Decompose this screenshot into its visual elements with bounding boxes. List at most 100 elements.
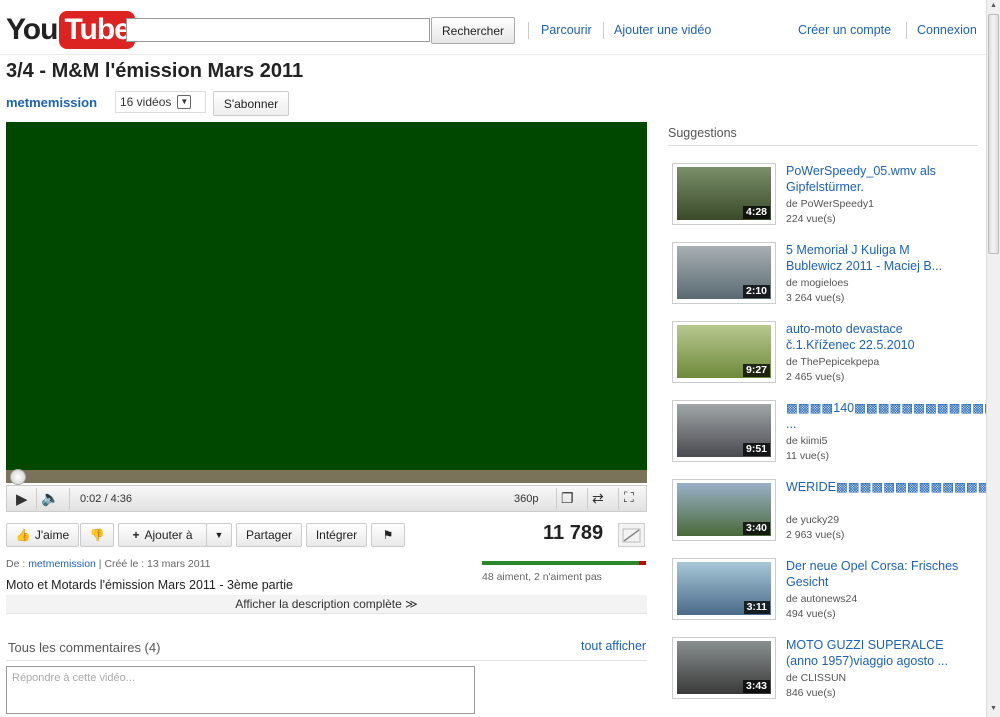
progress-handle[interactable] bbox=[10, 469, 26, 485]
suggestion-item[interactable]: 4:28 PoWerSpeedy_05.wmv als Gipfelstürmer… bbox=[672, 163, 982, 235]
video-description: Moto et Motards l'émission Mars 2011 - 3… bbox=[6, 578, 293, 592]
suggestions-divider bbox=[668, 145, 978, 146]
suggestion-title[interactable]: Der neue Opel Corsa: Frisches Gesicht bbox=[786, 558, 966, 590]
suggestion-item[interactable]: 9:51 ▩▩▩▩140▩▩▩▩▩▩▩▩▩▩▩▩▩▩▩▩ ... de kiimi5… bbox=[672, 400, 1000, 472]
suggestions-title: Suggestions bbox=[668, 126, 737, 140]
add-to-label: Ajouter à bbox=[144, 528, 193, 542]
video-player[interactable] bbox=[6, 122, 647, 470]
suggestion-title[interactable]: WERIDE▩▩▩▩▩▩▩▩▩▩▩▩▩▩▩▩ bbox=[786, 479, 1000, 495]
channel-link[interactable]: metmemission bbox=[6, 95, 97, 110]
header-divider bbox=[906, 22, 907, 39]
header-divider bbox=[0, 54, 986, 55]
duration-badge: 3:43 bbox=[742, 680, 770, 693]
suggestion-thumbnail[interactable]: 3:43 bbox=[672, 637, 776, 699]
suggestion-item[interactable]: 9:27 auto-moto devastace č.1.Kříženec 22.… bbox=[672, 321, 982, 393]
suggestion-title[interactable]: PoWerSpeedy_05.wmv als Gipfelstürmer. bbox=[786, 163, 966, 195]
stats-icon bbox=[622, 528, 641, 543]
videos-count: 16 vidéos bbox=[120, 95, 172, 109]
suggestion-thumbnail[interactable]: 3:11 bbox=[672, 558, 776, 620]
search-button[interactable]: Rechercher bbox=[431, 17, 515, 44]
suggestion-title[interactable]: 5 Memoriał J Kuliga M Bublewicz 2011 - M… bbox=[786, 242, 966, 274]
time-display: 0:02 / 4:36 bbox=[80, 493, 132, 505]
suggestion-item[interactable]: 3:40 WERIDE▩▩▩▩▩▩▩▩▩▩▩▩▩▩▩▩ de yucky29 2 96… bbox=[672, 479, 1000, 551]
fullscreen-icon[interactable]: ⛶ bbox=[624, 489, 634, 506]
upload-info: De : metmemission | Créé le : 13 mars 20… bbox=[6, 558, 210, 570]
flag-button[interactable]: ⚑ bbox=[371, 523, 405, 547]
stats-button[interactable] bbox=[618, 523, 645, 547]
upload-link[interactable]: Ajouter une vidéo bbox=[614, 23, 711, 37]
logo-tube: Tube bbox=[59, 11, 135, 49]
suggestion-title[interactable]: auto-moto devastace č.1.Kříženec 22.5.20… bbox=[786, 321, 966, 353]
quality-selector[interactable]: 360p bbox=[514, 493, 538, 505]
comments-title: Tous les commentaires (4) bbox=[8, 640, 161, 655]
channel-videos-dropdown[interactable]: 16 vidéos ▼ bbox=[115, 91, 206, 113]
scroll-up-icon[interactable]: ▲ bbox=[989, 2, 998, 11]
duration-badge: 3:11 bbox=[743, 601, 770, 614]
show-description-button[interactable]: Afficher la description complète ≫ bbox=[6, 595, 647, 614]
popout-icon[interactable]: ❐ bbox=[561, 490, 574, 507]
header-divider bbox=[603, 22, 604, 39]
subscribe-button[interactable]: S'abonner bbox=[213, 91, 289, 116]
scrollbar-thumb[interactable] bbox=[988, 14, 999, 254]
duration-badge: 2:10 bbox=[742, 285, 770, 298]
thumbs-up-icon: 👍 bbox=[15, 528, 31, 542]
controls-divider bbox=[36, 488, 37, 510]
suggestion-thumbnail[interactable]: 9:27 bbox=[672, 321, 776, 383]
controls-divider bbox=[587, 488, 588, 510]
logo-you: You bbox=[6, 13, 58, 46]
scroll-down-icon[interactable]: ▼ bbox=[989, 705, 998, 714]
thumbs-down-icon: 👎 bbox=[89, 528, 105, 542]
likes-text: 48 aiment, 2 n'aiment pas bbox=[482, 571, 602, 583]
duration-badge: 9:27 bbox=[742, 364, 770, 377]
suggestion-channel: de yucky29 bbox=[786, 514, 840, 526]
uploader-link[interactable]: metmemission bbox=[28, 558, 96, 570]
create-account-link[interactable]: Créer un compte bbox=[798, 23, 891, 37]
dislike-portion bbox=[639, 561, 646, 565]
expand-icon[interactable]: ⇄ bbox=[592, 490, 604, 507]
dislike-button[interactable]: 👎 bbox=[80, 523, 114, 547]
share-button[interactable]: Partager bbox=[236, 523, 302, 547]
add-to-button[interactable]: + Ajouter à bbox=[118, 523, 207, 547]
embed-button[interactable]: Intégrer bbox=[306, 523, 367, 547]
suggestion-channel: de kiimi5 bbox=[786, 435, 828, 447]
suggestion-item[interactable]: 3:43 MOTO GUZZI SUPERALCE (anno 1957)viag… bbox=[672, 637, 982, 709]
suggestion-thumbnail[interactable]: 3:40 bbox=[672, 479, 776, 541]
suggestion-channel: de CLISSUN bbox=[786, 672, 847, 684]
play-icon[interactable]: ▶ bbox=[16, 490, 28, 508]
volume-icon[interactable]: 🔈 bbox=[41, 489, 60, 507]
like-button[interactable]: 👍 J'aime bbox=[6, 523, 79, 547]
login-link[interactable]: Connexion bbox=[917, 23, 977, 37]
duration-badge: 4:28 bbox=[742, 206, 770, 219]
rating-bar bbox=[482, 561, 646, 565]
player-controls: ▶ 🔈 0:02 / 4:36 360p ❐ ⇄ ⛶ bbox=[6, 485, 647, 512]
video-title: 3/4 - M&M l'émission Mars 2011 bbox=[6, 60, 304, 82]
suggestion-title[interactable]: MOTO GUZZI SUPERALCE (anno 1957)viaggio … bbox=[786, 637, 966, 669]
suggestion-item[interactable]: 2:10 5 Memoriał J Kuliga M Bublewicz 2011… bbox=[672, 242, 982, 314]
scrollbar[interactable]: ▲ ▼ bbox=[986, 0, 1000, 717]
suggestion-title[interactable]: ▩▩▩▩140▩▩▩▩▩▩▩▩▩▩▩▩▩▩▩▩ ... bbox=[786, 400, 1000, 432]
suggestion-channel: de PoWerSpeedy1 bbox=[786, 198, 874, 210]
browse-link[interactable]: Parcourir bbox=[541, 23, 592, 37]
reply-input[interactable]: Répondre à cette vidéo... bbox=[6, 666, 475, 714]
add-to-dropdown[interactable]: ▼ bbox=[206, 523, 232, 547]
youtube-logo[interactable]: You Tube bbox=[6, 10, 135, 50]
suggestion-channel: de ThePepicekpepa bbox=[786, 356, 880, 368]
suggestion-channel: de mogieloes bbox=[786, 277, 849, 289]
suggestion-item[interactable]: 3:11 Der neue Opel Corsa: Frisches Gesich… bbox=[672, 558, 982, 630]
suggestion-views: 11 vue(s) bbox=[786, 450, 829, 462]
show-all-comments-link[interactable]: tout afficher bbox=[581, 639, 646, 653]
progress-bar[interactable] bbox=[6, 469, 647, 485]
suggestion-thumbnail[interactable]: 2:10 bbox=[672, 242, 776, 304]
suggestion-views: 2 465 vue(s) bbox=[786, 371, 845, 383]
comments-divider bbox=[6, 660, 647, 661]
plus-icon: + bbox=[132, 528, 140, 542]
suggestion-thumbnail[interactable]: 9:51 bbox=[672, 400, 776, 462]
controls-divider bbox=[618, 488, 619, 510]
suggestion-views: 494 vue(s) bbox=[786, 608, 836, 620]
search-input[interactable] bbox=[126, 18, 430, 42]
suggestion-thumbnail[interactable]: 4:28 bbox=[672, 163, 776, 225]
controls-divider bbox=[556, 488, 557, 510]
from-label: De : bbox=[6, 558, 26, 570]
like-label: J'aime bbox=[34, 528, 70, 542]
duration-badge: 9:51 bbox=[742, 443, 770, 456]
